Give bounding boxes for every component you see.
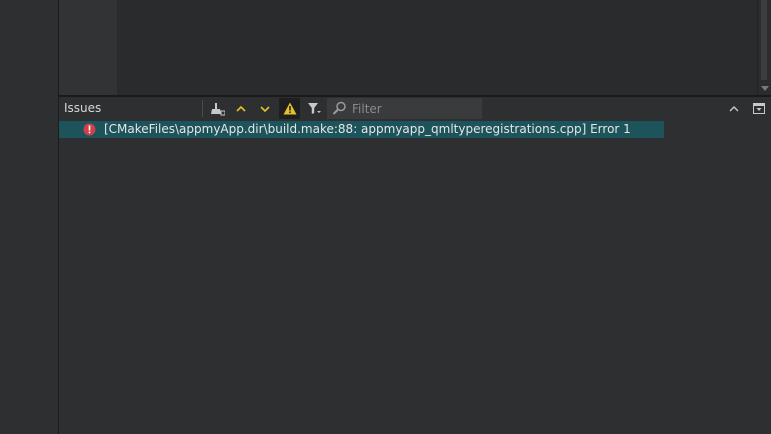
scroll-down-arrow-icon[interactable]: [761, 86, 769, 91]
chevron-up-icon: [729, 105, 739, 111]
issue-row[interactable]: [CMakeFiles\appmyApp.dir\build.make:88: …: [59, 121, 664, 138]
warning-triangle-icon: [283, 102, 296, 115]
previous-issue-button[interactable]: [230, 98, 251, 119]
filter-funnel-icon: [307, 103, 321, 114]
pane-close-icon: [753, 103, 765, 114]
issues-toolbar: Issues: [59, 97, 771, 120]
editor-area: [59, 0, 771, 95]
editor-text-area[interactable]: [117, 0, 757, 95]
scrollbar-track[interactable]: [761, 0, 767, 80]
clean-issues-button[interactable]: [207, 98, 228, 119]
filter-field[interactable]: [327, 98, 482, 119]
magnifier-icon: [332, 101, 346, 115]
collapse-pane-button[interactable]: [725, 99, 743, 118]
error-circle-icon: [83, 123, 96, 136]
toolbar-divider: [202, 100, 203, 117]
filter-input[interactable]: [352, 100, 477, 117]
chevron-down-icon: [259, 105, 270, 112]
issues-list: [CMakeFiles\appmyApp.dir\build.make:88: …: [59, 120, 771, 434]
filter-menu-button[interactable]: [303, 98, 324, 119]
ide-window: Issues Filter [CMakeFiles\appmyApp.dir\b…: [0, 0, 771, 434]
chevron-up-icon: [235, 105, 246, 112]
editor-vertical-scrollbar[interactable]: [757, 0, 771, 95]
next-issue-button[interactable]: [254, 98, 275, 119]
close-pane-button[interactable]: [750, 99, 768, 118]
issues-panel-title: Issues: [64, 101, 102, 115]
mode-sidebar: [0, 0, 59, 434]
issue-message: [CMakeFiles\appmyApp.dir\build.make:88: …: [104, 122, 631, 136]
show-warnings-toggle[interactable]: [279, 98, 300, 119]
editor-line-gutter: [59, 0, 117, 95]
broom-icon: [210, 102, 225, 115]
